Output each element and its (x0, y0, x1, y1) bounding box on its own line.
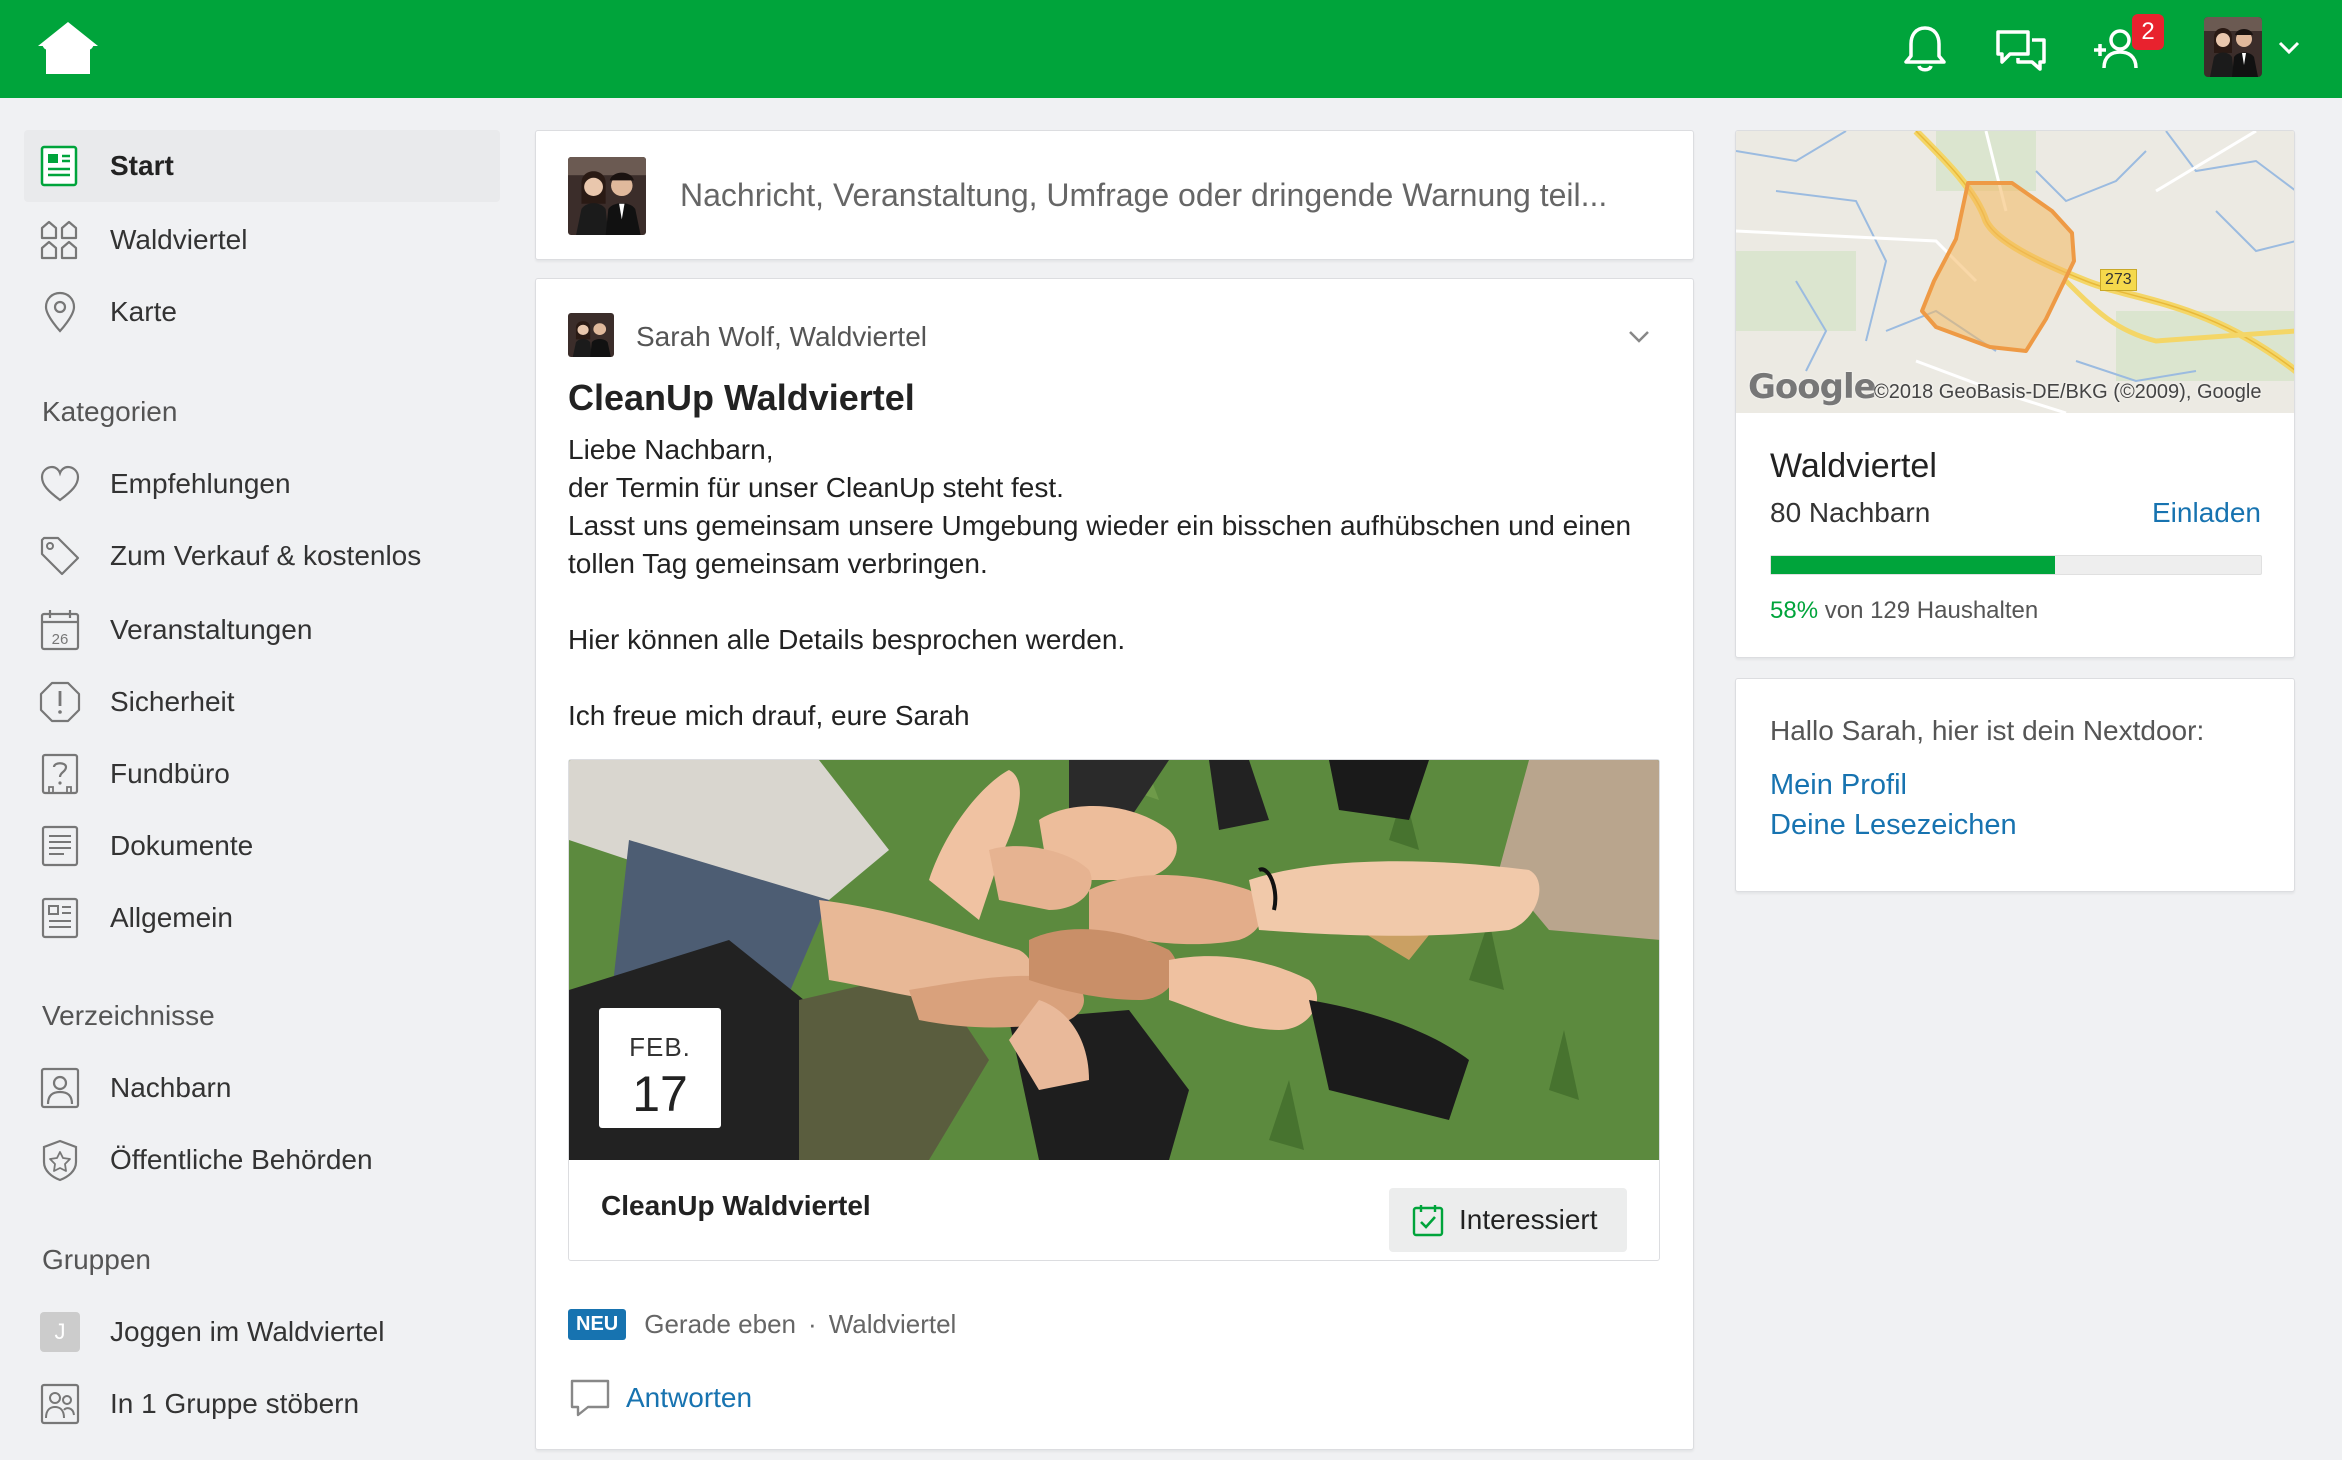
sidebar-item-empfehlungen[interactable]: Empfehlungen (24, 448, 500, 520)
groups-heading: Gruppen (42, 1244, 151, 1275)
sidebar-item-sicherheit[interactable]: Sicherheit (24, 666, 500, 738)
sidebar-item-karte[interactable]: Karte (24, 276, 500, 348)
sidebar-item-label: Dokumente (110, 830, 254, 861)
composer-placeholder: Nachricht, Veranstaltung, Umfrage oder d… (680, 177, 1608, 213)
event-title: CleanUp Waldviertel (601, 1190, 871, 1221)
google-logo: Google (1748, 367, 1877, 407)
map-copyright: ©2018 GeoBasis-DE/BKG (©2009), Google (1874, 381, 2262, 403)
event-day: 17 (632, 1066, 688, 1122)
sidebar-item-label: Fundbüro (110, 758, 230, 789)
groups-icon (40, 1383, 80, 1425)
sidebar-item-label: Sicherheit (110, 686, 235, 717)
sidebar-item-verkauf[interactable]: Zum Verkauf & kostenlos (24, 520, 500, 592)
post-time: Gerade eben (644, 1309, 797, 1339)
neighborhood-icon (40, 220, 78, 260)
event-date: FEB. 17 (599, 1008, 721, 1128)
user-avatar[interactable] (2204, 17, 2262, 77)
post-author[interactable]: Sarah Wolf, Waldviertel (636, 321, 927, 353)
hello-greeting: Hallo Sarah, hier ist dein Nextdoor: (1770, 715, 2205, 746)
post-meta: NEU Gerade eben · Waldviertel (568, 1309, 956, 1340)
document-icon (41, 825, 79, 867)
sidebar-item-start[interactable]: Start (24, 130, 500, 202)
sidebar-item-label: Start (110, 150, 174, 181)
home-icon[interactable] (36, 20, 100, 76)
hello-card: Hallo Sarah, hier ist dein Nextdoor: Mei… (1735, 678, 2295, 892)
sidebar-item-label: In 1 Gruppe stöbern (110, 1388, 360, 1419)
post-location[interactable]: Waldviertel (829, 1309, 957, 1340)
speech-bubble-icon (570, 1379, 610, 1417)
messages-icon[interactable] (1992, 20, 2050, 78)
bell-icon[interactable] (1896, 20, 1954, 78)
event-photo (569, 760, 1659, 1160)
progress-text: 58% von 129 Haushalten (1770, 597, 2038, 625)
svg-text:26: 26 (52, 631, 69, 648)
sidebar-item-waldviertel[interactable]: Waldviertel (24, 204, 500, 276)
road-number: 273 (2100, 269, 2137, 291)
calendar-check-icon (1412, 1205, 1444, 1237)
sidebar-item-behoerden[interactable]: Öffentliche Behörden (24, 1124, 500, 1196)
calendar-icon: 26 (40, 610, 80, 651)
sidebar-item-veranstaltungen[interactable]: 26 Veranstaltungen (24, 594, 500, 666)
neighbor-count: 80 Nachbarn (1770, 497, 1931, 528)
notification-badge: 2 (2132, 14, 2164, 50)
chevron-down-icon[interactable] (2274, 32, 2304, 62)
post-body: Liebe Nachbarn, der Termin für unser Cle… (568, 431, 1658, 735)
sidebar-item-label: Karte (110, 296, 177, 327)
neighborhood-name: Waldviertel (1770, 447, 1937, 485)
my-profile-link[interactable]: Mein Profil (1770, 769, 1907, 802)
neighborhood-card: 273 Google ©2018 GeoBasis-DE/BKG (©2009)… (1735, 130, 2295, 658)
event-month: FEB. (629, 1032, 691, 1062)
sidebar-item-label: Waldviertel (110, 224, 248, 255)
news-feed-icon (40, 145, 78, 187)
map-pin-icon (44, 291, 76, 333)
post-body-text: Liebe Nachbarn, der Termin für unser Cle… (568, 434, 1632, 731)
new-badge: NEU (568, 1309, 627, 1340)
categories-heading: Kategorien (42, 396, 178, 427)
group-avatar: J (40, 1312, 80, 1352)
sidebar-item-joggen[interactable]: J Joggen im Waldviertel (24, 1296, 500, 1368)
reply-button[interactable]: Antworten (568, 1377, 752, 1419)
directories-heading: Verzeichnisse (42, 1000, 215, 1031)
event-attachment[interactable]: FEB. 17 CleanUp Waldviertel Interessiert (568, 759, 1660, 1261)
heart-icon (40, 465, 80, 502)
person-icon (40, 1067, 80, 1109)
sidebar-item-label: Empfehlungen (110, 468, 291, 499)
sidebar-item-allgemein[interactable]: Allgemein (24, 882, 500, 954)
interested-button[interactable]: Interessiert (1389, 1188, 1627, 1252)
badge-icon (42, 1139, 78, 1182)
post-title: CleanUp Waldviertel (568, 377, 915, 418)
household-progress-bar (1770, 555, 2262, 575)
sidebar-item-label: Öffentliche Behörden (110, 1144, 373, 1175)
sidebar-item-fundbuero[interactable]: Fundbüro (24, 738, 500, 810)
chevron-down-icon[interactable] (1624, 321, 1654, 351)
top-bar: 2 (0, 0, 2342, 98)
sidebar-item-label: Zum Verkauf & kostenlos (110, 540, 422, 571)
bookmarks-link[interactable]: Deine Lesezeichen (1770, 809, 2017, 842)
sidebar-item-label: Nachbarn (110, 1072, 232, 1103)
author-avatar[interactable] (568, 313, 614, 357)
progress-fill (1771, 556, 2056, 574)
sidebar-item-dokumente[interactable]: Dokumente (24, 810, 500, 882)
sidebar-item-label: Allgemein (110, 902, 233, 933)
interested-label: Interessiert (1459, 1204, 1598, 1235)
general-icon (41, 897, 79, 939)
alert-icon (39, 681, 81, 723)
lost-found-icon (41, 753, 79, 795)
composer-avatar (568, 157, 646, 235)
post-composer[interactable]: Nachricht, Veranstaltung, Umfrage oder d… (535, 130, 1694, 260)
sidebar-item-nachbarn[interactable]: Nachbarn (24, 1052, 500, 1124)
progress-rest: von 129 Haushalten (1824, 597, 2039, 624)
sidebar-item-label: Joggen im Waldviertel (110, 1316, 385, 1347)
progress-percent: 58% (1770, 597, 1819, 624)
post-card: Sarah Wolf, Waldviertel CleanUp Waldvier… (535, 278, 1694, 1450)
meta-separator: · (808, 1309, 817, 1339)
sidebar-item-label: Veranstaltungen (110, 614, 313, 645)
tag-icon (40, 536, 80, 576)
reply-label: Antworten (626, 1382, 753, 1413)
invite-link[interactable]: Einladen (2152, 497, 2261, 529)
sidebar-item-browse-groups[interactable]: In 1 Gruppe stöbern (24, 1368, 500, 1440)
